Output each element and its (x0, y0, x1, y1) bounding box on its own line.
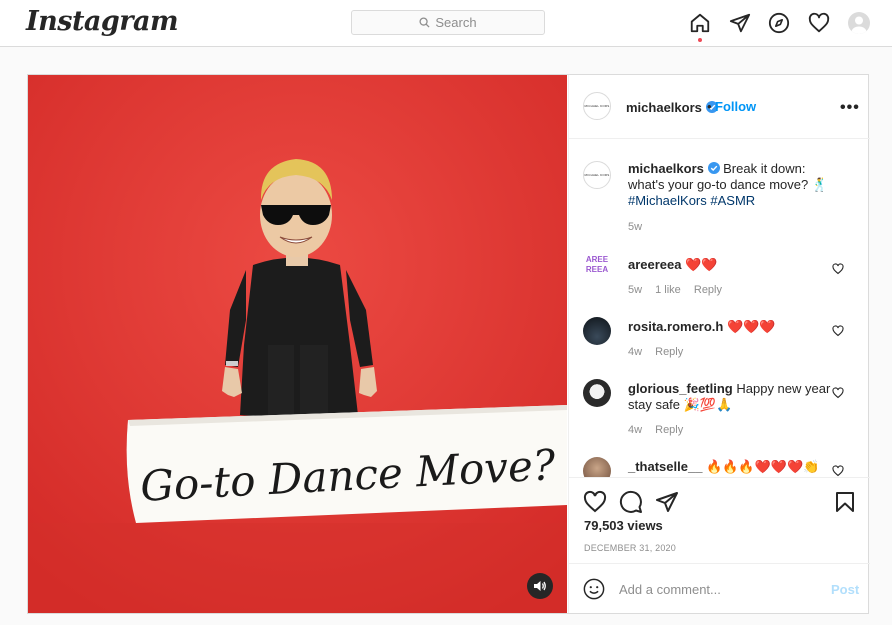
comment-username[interactable]: glorious_feetling (628, 381, 733, 396)
add-comment-input[interactable]: Add a comment... (619, 582, 721, 597)
commenter-avatar-text: AREE REEA (585, 255, 609, 274)
post-header: MICHAEL KORS michaelkors • Follow ••• (569, 75, 870, 139)
explore-compass-icon[interactable] (767, 11, 791, 35)
comment-text: ❤️❤️ (685, 257, 718, 272)
comment-username[interactable]: _thatselle__ (628, 459, 702, 474)
caption-author-avatar[interactable]: MICHAEL KORS (583, 161, 611, 189)
comment-text: ❤️❤️❤️ (726, 319, 776, 334)
post-details-panel: MICHAEL KORS michaelkors • Follow ••• MI… (568, 75, 870, 613)
follow-button[interactable]: Follow (715, 99, 756, 114)
header-separator: • (707, 99, 712, 114)
speaker-icon (534, 581, 546, 591)
search-icon (419, 17, 430, 28)
comment-text-block: areereea ❤️❤️ (628, 257, 838, 273)
like-comment-heart-icon[interactable] (832, 387, 844, 399)
comment-username[interactable]: areereea (628, 257, 682, 272)
commenter-avatar[interactable] (583, 457, 611, 477)
comment-text-block: glorious_feetling Happy new year stay sa… (628, 381, 838, 413)
author-username[interactable]: michaelkors (626, 100, 702, 115)
caption-hashtags[interactable]: #MichaelKors #ASMR (628, 193, 755, 208)
caption-text-block: michaelkors Break it down: what's your g… (628, 161, 838, 209)
instagram-logo[interactable]: Instagram (26, 6, 179, 37)
comment-text: 🔥🔥🔥❤️❤️❤️👏 (706, 459, 820, 474)
emoji-picker-icon[interactable] (583, 578, 605, 600)
like-comment-heart-icon[interactable] (832, 465, 844, 477)
post-video[interactable]: Go-to Dance Move? (28, 75, 567, 613)
default-avatar-icon (851, 16, 867, 34)
caption-username[interactable]: michaelkors (628, 161, 704, 176)
comment-text-block: rosita.romero.h ❤️❤️❤️ (628, 319, 838, 335)
comment-likes[interactable]: 1 like (655, 284, 681, 296)
comment-username[interactable]: rosita.romero.h (628, 319, 723, 334)
comment-meta: 5w 1 like Reply (628, 284, 732, 296)
post-date[interactable]: DECEMBER 31, 2020 (584, 543, 676, 553)
more-options-button[interactable]: ••• (840, 99, 860, 117)
comment-time[interactable]: 5w (628, 284, 642, 296)
direct-messages-icon[interactable] (728, 11, 752, 35)
author-name-group: michaelkors (626, 99, 719, 117)
like-heart-icon[interactable] (583, 490, 607, 514)
profile-avatar[interactable] (848, 12, 870, 34)
comment-time[interactable]: 4w (628, 346, 642, 358)
commenter-avatar[interactable] (583, 379, 611, 407)
view-count[interactable]: 79,503 views (584, 518, 663, 533)
caption-time[interactable]: 5w (628, 221, 642, 233)
comment-item: _thatselle__ 🔥🔥🔥❤️❤️❤️👏 (569, 455, 870, 477)
add-comment-bar: Add a comment... Post (569, 563, 870, 613)
verified-badge-icon (707, 162, 720, 174)
post-comment-button[interactable]: Post (831, 582, 859, 597)
home-active-dot (698, 38, 702, 42)
post-card: Go-to Dance Move? MICHAEL KORS michaelko… (27, 74, 870, 614)
search-placeholder: Search (435, 15, 477, 30)
search-input[interactable]: Search (351, 10, 545, 35)
like-comment-heart-icon[interactable] (832, 325, 844, 337)
share-paper-plane-icon[interactable] (655, 490, 679, 514)
comment-time[interactable]: 4w (628, 424, 642, 436)
reply-button[interactable]: Reply (655, 424, 683, 436)
commenter-avatar[interactable] (583, 317, 611, 345)
home-icon[interactable] (688, 11, 712, 35)
sound-toggle-button[interactable] (527, 573, 553, 599)
reply-button[interactable]: Reply (694, 284, 722, 296)
top-navigation-bar: Instagram Search (0, 0, 892, 47)
save-bookmark-icon[interactable] (833, 490, 857, 514)
commenter-avatar[interactable]: AREE REEA (583, 255, 611, 283)
video-frame-figurine: Go-to Dance Move? (28, 75, 567, 613)
comment-meta: 4w Reply (628, 346, 693, 358)
author-avatar[interactable]: MICHAEL KORS (583, 92, 611, 120)
activity-heart-icon[interactable] (807, 11, 831, 35)
comment-meta: 4w Reply (628, 424, 693, 436)
comment-text-block: _thatselle__ 🔥🔥🔥❤️❤️❤️👏 (628, 459, 838, 475)
like-comment-heart-icon[interactable] (832, 263, 844, 275)
comment-bubble-icon[interactable] (619, 490, 643, 514)
reply-button[interactable]: Reply (655, 346, 683, 358)
